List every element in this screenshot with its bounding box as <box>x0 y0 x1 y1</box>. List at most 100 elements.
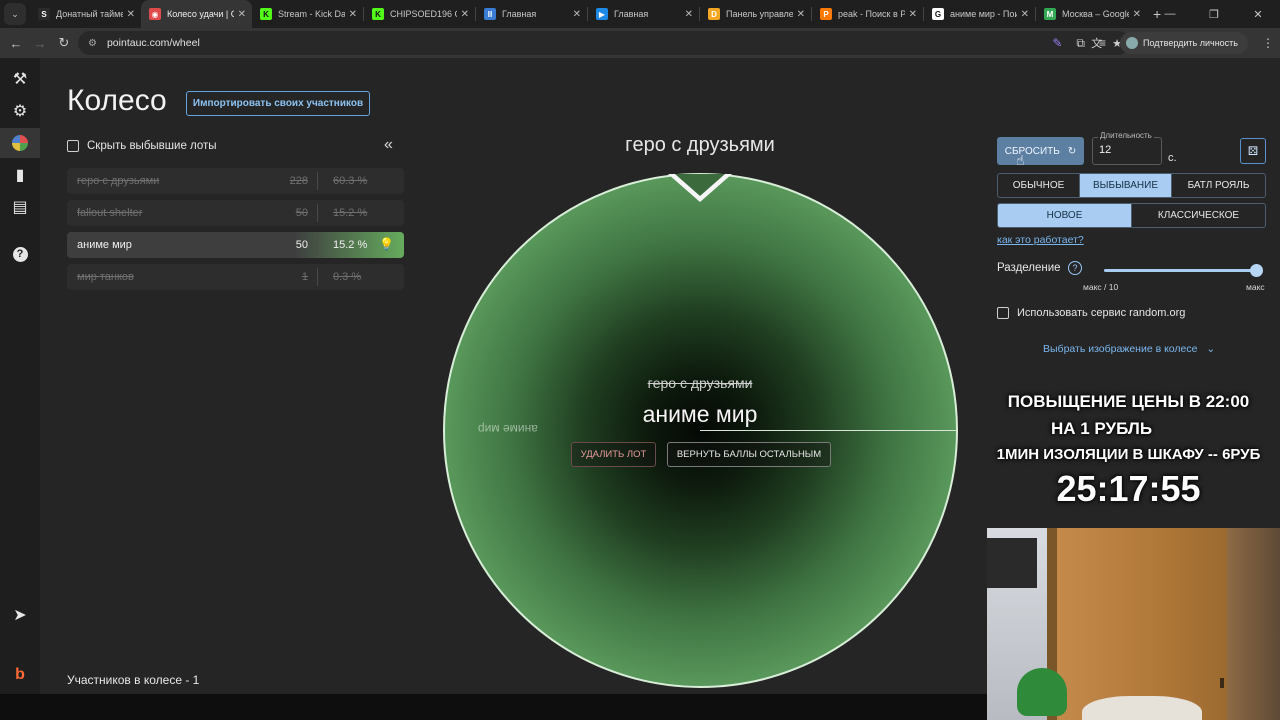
profile-chip[interactable]: Подтвердить личность <box>1120 32 1248 54</box>
help-question-icon[interactable]: ? <box>0 239 40 269</box>
site-info-icon[interactable]: ⚙ <box>88 38 97 49</box>
auction-hammer-icon[interactable]: ⚒ <box>0 64 40 94</box>
split-slider-track[interactable] <box>1104 269 1256 272</box>
split-help-icon[interactable]: ? <box>1068 261 1082 275</box>
back-icon[interactable]: ← <box>4 36 28 51</box>
close-window-icon[interactable]: ✕ <box>1236 8 1280 21</box>
brand-logo-icon[interactable]: b <box>0 660 40 690</box>
variant-option[interactable]: КЛАССИЧЕСКОЕ <box>1132 204 1265 227</box>
hide-eliminated-checkbox[interactable] <box>67 140 79 152</box>
browser-tab[interactable]: II Главная ✕ <box>476 0 587 28</box>
lot-row[interactable]: гepo с друзьями 228 60.3 % <box>67 168 404 194</box>
reload-icon[interactable]: ↻ <box>52 35 76 51</box>
tab-close-icon[interactable]: ✕ <box>349 9 357 20</box>
extension-pen-icon[interactable]: ✎ <box>1052 36 1062 50</box>
import-participants-button[interactable]: Импортировать своих участников <box>186 91 370 116</box>
tab-search-button[interactable]: ⌄ <box>4 3 26 25</box>
image-select-dropdown[interactable]: Выбрать изображение в колесе ⌄ <box>1043 343 1215 355</box>
browser-tab[interactable]: S Донатный таймер ✕ <box>30 0 141 28</box>
hide-eliminated-row[interactable]: Скрыть выбывшие лоты <box>67 140 217 152</box>
lot-percent: 60.3 % <box>333 175 368 187</box>
tab-close-icon[interactable]: ✕ <box>1133 9 1141 20</box>
browser-tab[interactable]: ▶ Главная ✕ <box>588 0 699 28</box>
delete-lot-button[interactable]: УДАЛИТЬ ЛОТ <box>571 442 656 467</box>
settings-gear-icon[interactable]: ⚙ <box>0 96 40 126</box>
lot-row[interactable]: мир танков 1 0.3 % <box>67 264 404 290</box>
tab-title: аниме мир - Пои <box>950 9 1017 19</box>
tab-close-icon[interactable]: ✕ <box>797 9 805 20</box>
cam-door-knob <box>1220 678 1224 688</box>
cam-cabinet <box>1227 528 1280 720</box>
lightbulb-icon[interactable]: 💡 <box>379 237 394 251</box>
page-title: Колесо <box>67 84 167 117</box>
sidepanel-icon[interactable]: ≡ <box>1099 36 1106 50</box>
forward-icon[interactable]: → <box>28 36 52 51</box>
how-it-works-link[interactable]: как это работает? <box>997 234 1084 246</box>
tab-close-icon[interactable]: ✕ <box>238 9 246 20</box>
tab-favicon-icon: M <box>1044 8 1056 20</box>
split-label: Разделение <box>997 262 1061 274</box>
address-bar[interactable]: ⚙ pointauc.com/wheel 文 ★ <box>78 31 1130 55</box>
split-slider-thumb[interactable] <box>1250 264 1263 277</box>
chevron-down-icon: ⌄ <box>1206 343 1216 355</box>
overlay-timer: 25:17:55 <box>1056 468 1201 509</box>
tab-title: Колесо удачи | С <box>167 9 234 19</box>
stats-bar-chart-icon[interactable]: ▮ <box>0 160 40 190</box>
wheel-pie-icon[interactable] <box>0 128 40 158</box>
lot-row[interactable]: аниме мир 50 15.2 % 💡 <box>67 232 404 258</box>
browser-tab[interactable]: ◉ Колесо удачи | С ✕ <box>141 0 252 28</box>
collapse-list-icon[interactable]: « <box>384 136 393 154</box>
wheel-winner-title: гepo с друзьями <box>625 134 775 156</box>
tab-close-icon[interactable]: ✕ <box>685 9 693 20</box>
random-dice-icon[interactable]: ⚄ <box>1240 138 1266 164</box>
reset-label: СБРОСИТЬ <box>1004 145 1060 157</box>
restore-icon[interactable]: ❐ <box>1192 8 1236 21</box>
random-org-row[interactable]: Использовать сервис random.org <box>997 307 1185 319</box>
tab-title: CHIPSOED196 Cli <box>390 9 457 19</box>
browser-tab[interactable]: Gаниме мир - Пои ✕ <box>924 0 1035 28</box>
webcam-feed <box>987 528 1280 720</box>
random-org-checkbox[interactable] <box>997 307 1009 319</box>
tab-close-icon[interactable]: ✕ <box>127 9 135 20</box>
wheel-pointer-inner <box>675 174 725 196</box>
minimize-icon[interactable]: — <box>1148 8 1192 20</box>
menu-kebab-icon[interactable]: ⋮ <box>1262 36 1274 50</box>
lot-divider <box>317 172 318 190</box>
extensions-puzzle-icon[interactable]: ⧉ <box>1076 36 1085 51</box>
mode-option[interactable]: БАТЛ РОЯЛЬ <box>1172 174 1265 197</box>
browser-tab[interactable]: D Панель управле ✕ <box>700 0 811 28</box>
tab-title: Главная <box>502 9 537 19</box>
lot-name: fallout shelter <box>77 207 143 219</box>
tab-favicon-icon: K <box>260 8 272 20</box>
browser-tab[interactable]: M Москва – Google ✕ <box>1036 0 1147 28</box>
tab-list: S Донатный таймер ✕ ◉ Колесо удачи | С ✕ K Stre… <box>30 0 1147 28</box>
lot-name: мир танков <box>77 271 134 283</box>
overlay-rouble-line: НА 1 РУБЛЬ <box>1050 419 1153 438</box>
cam-door <box>1057 528 1227 720</box>
tab-close-icon[interactable]: ✕ <box>1021 9 1029 20</box>
browser-tab[interactable]: Ppeak - Поиск в Pi ✕ <box>812 0 923 28</box>
variant-option[interactable]: НОВОЕ <box>998 204 1132 227</box>
eliminated-lot-name: гepo с друзьями <box>647 375 753 391</box>
overlay-isolation-line: 1МИН ИЗОЛЯЦИИ В ШКАФУ -- 6РУБ <box>996 446 1261 463</box>
browser-tab[interactable]: K CHIPSOED196 Cli ✕ <box>364 0 475 28</box>
lot-amount: 50 <box>295 239 308 251</box>
image-select-label: Выбрать изображение в колесе <box>1043 343 1198 355</box>
telegram-icon[interactable]: ➤ <box>0 600 40 630</box>
tab-favicon-icon: D <box>708 8 720 20</box>
tab-title: Донатный таймер <box>56 9 123 19</box>
browser-tab[interactable]: K Stream - Kick Das ✕ <box>252 0 363 28</box>
tab-close-icon[interactable]: ✕ <box>573 9 581 20</box>
lot-name: аниме мир <box>77 239 132 251</box>
reset-button[interactable]: СБРОСИТЬ ↻ <box>997 137 1084 165</box>
lot-amount: 50 <box>295 207 308 219</box>
return-points-button[interactable]: ВЕРНУТЬ БАЛЛЫ ОСТАЛЬНЫМ <box>667 442 831 467</box>
mode-option[interactable]: ВЫБЫВАНИЕ <box>1080 174 1172 197</box>
tab-close-icon[interactable]: ✕ <box>909 9 917 20</box>
mode-option[interactable]: ОБЫЧНОЕ <box>998 174 1080 197</box>
tab-favicon-icon: P <box>820 8 832 20</box>
duration-value[interactable]: 12 <box>1099 144 1111 156</box>
lot-row[interactable]: fallout shelter 50 15.2 % <box>67 200 404 226</box>
clipboard-icon[interactable]: ▤ <box>0 192 40 222</box>
tab-close-icon[interactable]: ✕ <box>461 9 469 20</box>
